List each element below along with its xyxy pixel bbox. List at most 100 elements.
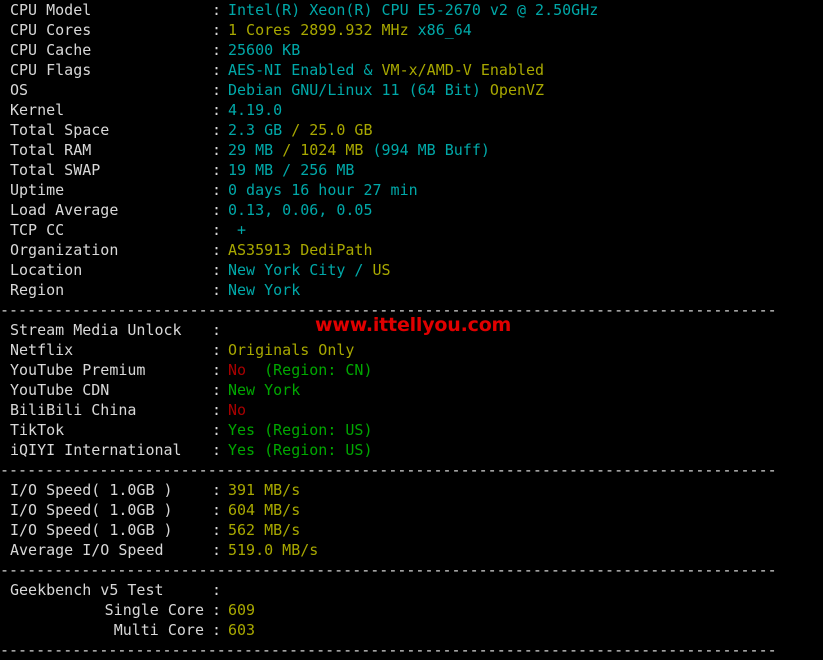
- row-value: 609: [228, 601, 255, 619]
- row-label: Organization: [10, 241, 119, 259]
- value-part: 519.0 MB/s: [228, 541, 319, 559]
- row-value: Originals Only: [228, 341, 354, 359]
- row-colon: :: [212, 121, 222, 139]
- row-colon: :: [212, 481, 222, 499]
- value-part: (994 MB Buff): [372, 141, 490, 159]
- row-label: Geekbench v5 Test: [10, 581, 164, 599]
- terminal-row: Total SWAP:19 MB / 256 MB: [0, 160, 823, 180]
- value-part: x86_64: [417, 21, 472, 39]
- row-colon: :: [212, 341, 222, 359]
- row-label: I/O Speed( 1.0GB ): [10, 521, 173, 539]
- terminal-row: CPU Cache:25600 KB: [0, 40, 823, 60]
- terminal-row: Load Average:0.13, 0.06, 0.05: [0, 200, 823, 220]
- row-label: I/O Speed( 1.0GB ): [10, 501, 173, 519]
- row-label: Total SWAP: [10, 161, 101, 179]
- row-value: 4.19.0: [228, 101, 282, 119]
- terminal-row: Netflix: Originals Only: [0, 340, 823, 360]
- terminal-row: Location: New York City / US: [0, 260, 823, 280]
- value-part: New York: [228, 281, 301, 299]
- value-part: No: [228, 361, 247, 379]
- row-value: New York: [228, 281, 300, 299]
- terminal-row: CPU Flags: AES-NI Enabled & VM-x/AMD-V En…: [0, 60, 823, 80]
- row-value: Yes (Region: US): [228, 421, 373, 439]
- system-info-section: CPU Model: Intel(R) Xeon(R) CPU E5-2670 v…: [0, 0, 823, 300]
- value-part: Yes (Region: US): [228, 421, 373, 439]
- row-colon: :: [212, 381, 222, 399]
- terminal-row: Region: New York: [0, 280, 823, 300]
- value-part: AES-NI Enabled: [228, 61, 355, 79]
- value-part: 2.3 GB: [228, 121, 292, 139]
- value-part: 391 MB/s: [228, 481, 301, 499]
- row-label: CPU Model: [10, 1, 92, 19]
- terminal-row: BiliBili China: No: [0, 400, 823, 420]
- row-value: 519.0 MB/s: [228, 541, 318, 559]
- value-part: 562 MB/s: [228, 521, 301, 539]
- row-label: Stream Media Unlock: [10, 321, 182, 339]
- row-label: TCP CC: [10, 221, 65, 239]
- value-part: Intel(R) Xeon(R) CPU E5-2670 v2 @ 2.50GH…: [228, 1, 599, 19]
- row-colon: :: [212, 421, 222, 439]
- row-colon: :: [212, 321, 222, 339]
- row-colon: :: [212, 501, 222, 519]
- value-part: 29 MB: [228, 141, 283, 159]
- row-colon: :: [212, 201, 222, 219]
- row-colon: :: [212, 601, 222, 619]
- row-colon: :: [212, 541, 222, 559]
- row-value: 29 MB / 1024 MB (994 MB Buff): [228, 141, 490, 159]
- terminal-row: I/O Speed( 1.0GB ):562 MB/s: [0, 520, 823, 540]
- separator-line-4: ----------------------------------------…: [0, 641, 777, 659]
- row-value: 562 MB/s: [228, 521, 300, 539]
- row-value: 0.13, 0.06, 0.05: [228, 201, 373, 219]
- row-value: Debian GNU/Linux 11 (64 Bit) OpenVZ: [228, 81, 544, 99]
- value-part: New York: [228, 381, 301, 399]
- row-value: No: [228, 401, 246, 419]
- row-colon: :: [212, 161, 222, 179]
- row-label: Uptime: [10, 181, 65, 199]
- row-label: iQIYI International: [10, 441, 182, 459]
- value-part: 25600 KB: [228, 41, 301, 59]
- row-label: CPU Flags: [10, 61, 92, 79]
- terminal-row: OS: Debian GNU/Linux 11 (64 Bit) OpenVZ: [0, 80, 823, 100]
- io-speed-section: I/O Speed( 1.0GB ):391 MB/s I/O Speed( 1.…: [0, 480, 823, 560]
- value-part: VM-x/AMD-V Enabled: [381, 61, 545, 79]
- terminal-row: Single Core:609: [0, 600, 823, 620]
- terminal-row: Multi Core:603: [0, 620, 823, 640]
- row-label: OS: [10, 81, 29, 99]
- geekbench-section: Geekbench v5 Test: Single Core:609 Multi C…: [0, 580, 823, 640]
- value-part: 19 MB / 256 MB: [228, 161, 355, 179]
- terminal-row: Geekbench v5 Test:: [0, 580, 823, 600]
- row-label: Kernel: [10, 101, 65, 119]
- terminal-row: Average I/O Speed:519.0 MB/s: [0, 540, 823, 560]
- value-part: &: [354, 61, 382, 79]
- row-value: Yes (Region: US): [228, 441, 373, 459]
- terminal-row: Kernel:4.19.0: [0, 100, 823, 120]
- row-colon: :: [212, 581, 222, 599]
- terminal-row: TCP CC: +: [0, 220, 823, 240]
- row-colon: :: [212, 101, 222, 119]
- row-value: 604 MB/s: [228, 501, 300, 519]
- row-colon: :: [212, 181, 222, 199]
- value-part: New York City /: [228, 261, 373, 279]
- row-label: BiliBili China: [10, 401, 137, 419]
- value-part: No: [228, 401, 247, 419]
- value-part: +: [228, 221, 247, 239]
- row-value: 25600 KB: [228, 41, 300, 59]
- row-label: YouTube CDN: [10, 381, 110, 399]
- row-label: CPU Cores: [10, 21, 92, 39]
- row-value: New York City / US: [228, 261, 391, 279]
- row-colon: :: [212, 621, 222, 639]
- value-part: 603: [228, 621, 256, 639]
- row-colon: :: [212, 81, 222, 99]
- row-value: 391 MB/s: [228, 481, 300, 499]
- row-colon: :: [212, 1, 222, 19]
- row-label: Average I/O Speed: [10, 541, 164, 559]
- separator-line-3: ----------------------------------------…: [0, 561, 777, 579]
- row-colon: :: [212, 261, 222, 279]
- row-colon: :: [212, 441, 222, 459]
- separator-line-2: ----------------------------------------…: [0, 461, 777, 479]
- row-label: I/O Speed( 1.0GB ): [10, 481, 173, 499]
- value-part: Originals Only: [228, 341, 355, 359]
- row-value: +: [228, 221, 246, 239]
- value-part: 4.19.0: [228, 101, 283, 119]
- row-colon: :: [212, 521, 222, 539]
